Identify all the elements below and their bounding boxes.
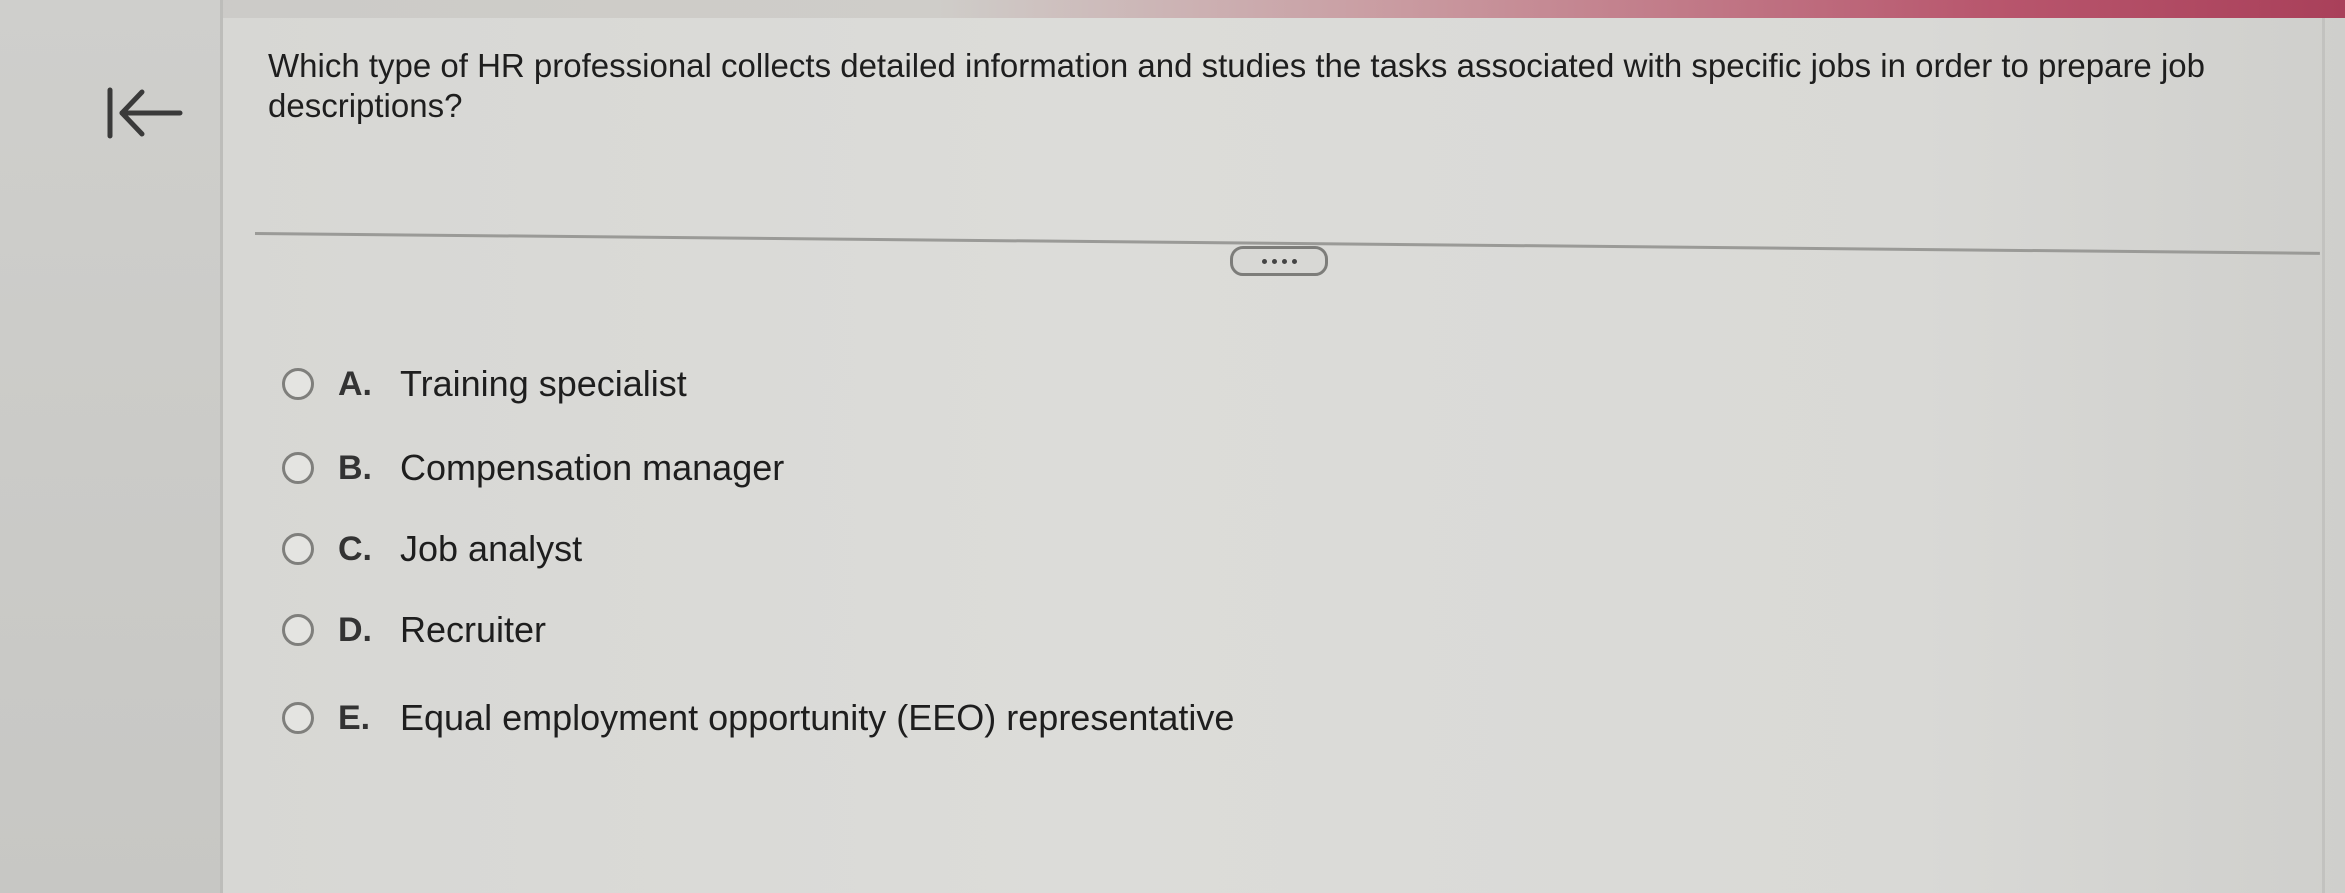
option-text: Equal employment opportunity (EEO) repre… [400,697,1235,738]
radio-button[interactable] [282,452,314,484]
answer-option-d[interactable]: D. Recruiter [282,604,546,656]
answer-option-b[interactable]: B. Compensation manager [282,442,784,494]
ellipsis-icon [1261,258,1267,264]
radio-button[interactable] [282,614,314,646]
back-to-first-button[interactable] [100,78,190,148]
ellipsis-dot [1271,258,1277,264]
option-text: Compensation manager [400,447,785,488]
option-text: Training specialist [400,363,687,404]
option-letter: D. [338,610,372,649]
ellipsis-dot [1281,258,1287,264]
right-divider [2322,18,2325,893]
answer-option-e[interactable]: E. Equal employment opportunity (EEO) re… [282,692,1234,744]
radio-button[interactable] [282,533,314,565]
radio-button[interactable] [282,702,314,734]
ellipsis-dot [1291,258,1297,264]
answer-option-a[interactable]: A. Training specialist [282,358,687,410]
option-text: Job analyst [400,528,583,569]
answer-option-c[interactable]: C. Job analyst [282,523,582,575]
question-text: Which type of HR professional collects d… [268,47,2205,124]
option-letter: C. [338,529,372,568]
option-letter: E. [338,698,371,737]
first-page-arrow-icon [107,87,183,139]
option-letter: B. [338,448,372,487]
option-text: Recruiter [400,609,547,650]
radio-button[interactable] [282,368,314,400]
more-button[interactable] [1230,246,1328,276]
option-letter: A. [338,364,372,403]
